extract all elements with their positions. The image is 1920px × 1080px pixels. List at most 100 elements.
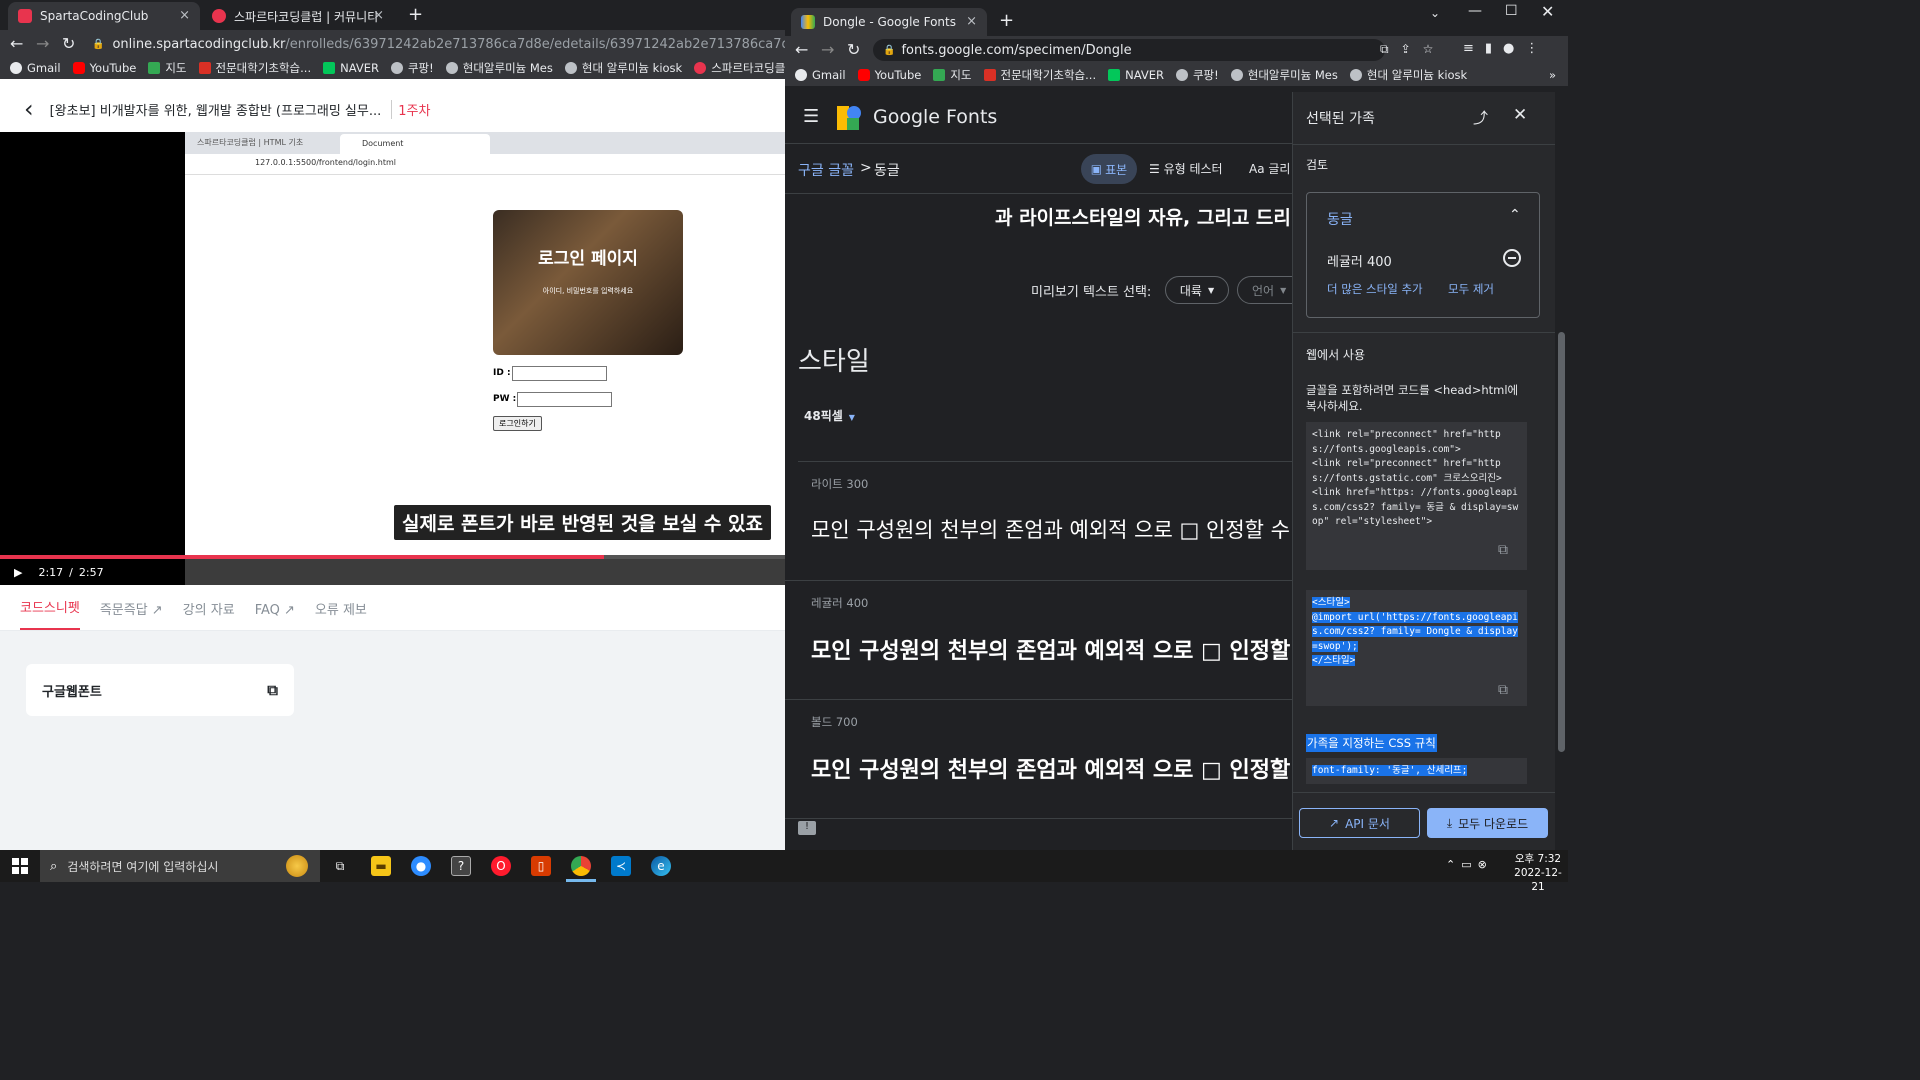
windows-start-icon[interactable] <box>12 858 28 874</box>
tab-type-tester[interactable]: ☰ 유형 테스터 <box>1149 160 1223 177</box>
bookmark-mes[interactable]: 현대알루미늄 Mes <box>445 60 553 76</box>
bookmark-map[interactable]: 지도 <box>933 67 972 83</box>
close-tab-icon[interactable]: × <box>179 8 190 23</box>
close-tab-icon[interactable]: × <box>966 14 977 29</box>
menu-icon[interactable]: ☰ <box>803 106 819 127</box>
remove-all-link[interactable]: 모두 제거 <box>1448 281 1494 297</box>
close-panel-icon[interactable]: ✕ <box>1513 105 1527 125</box>
breadcrumb-root[interactable]: 구글 글꼴 <box>798 160 854 180</box>
gf-logo-text[interactable]: Google Fonts <box>873 106 997 128</box>
new-tab-button[interactable]: + <box>408 4 423 25</box>
bookmark-mes[interactable]: 현대알루미늄 Mes <box>1230 67 1338 83</box>
more-bookmarks-icon[interactable]: » <box>1549 68 1556 82</box>
pw-input[interactable] <box>517 392 612 407</box>
play-icon[interactable]: ▶ <box>14 566 22 579</box>
tab-code-snippet[interactable]: 코드스니펫 <box>20 597 80 630</box>
reload-icon[interactable]: ↻ <box>62 34 75 53</box>
globe-icon <box>1175 69 1188 81</box>
minimize-icon[interactable]: — <box>1468 3 1482 19</box>
reload-icon[interactable]: ↻ <box>847 40 860 59</box>
tab-glyphs[interactable]: Aa 글리 <box>1249 160 1290 177</box>
download-all-button[interactable]: ⤓ 모두 다운로드 <box>1427 808 1548 838</box>
taskbar-search[interactable]: ⌕ 검색하려면 여기에 입력하십시 <box>40 850 320 882</box>
tab-search-icon[interactable]: ⌄ <box>1430 6 1440 20</box>
css-rule: font-family: '동글', 산세리프; <box>1312 765 1468 776</box>
office-icon[interactable]: ▯ <box>531 856 551 876</box>
system-tray-icons[interactable]: ⌃▭⊗ <box>1446 858 1493 871</box>
link-code-box[interactable]: <link rel="preconnect" href="https://fon… <box>1306 422 1527 570</box>
address-bar[interactable]: 🔒 fonts.google.com/specimen/Dongle <box>873 39 1385 61</box>
forward-icon[interactable]: → <box>821 40 834 59</box>
bookmark-kiosk[interactable]: 현대 알루미늄 kiosk <box>1349 67 1467 83</box>
css-rule-box[interactable]: font-family: '동글', 산세리프; <box>1306 758 1527 784</box>
scrollbar[interactable] <box>1555 92 1568 850</box>
preview-select[interactable]: 대륙 ▼ <box>1165 276 1229 304</box>
style-row-bold[interactable]: 볼드 700 모인 구성원의 천부의 존엄과 예외적 으로 □ 인정할 <box>785 700 1292 819</box>
extension-icons[interactable]: ≡▮●⋮ <box>1463 41 1549 56</box>
feedback-icon[interactable]: ! <box>798 821 816 835</box>
import-code-box[interactable]: <스타일> @import url('https://fonts.googlea… <box>1306 590 1527 706</box>
back-icon[interactable]: ← <box>10 34 23 53</box>
api-docs-button[interactable]: ↗ API 문서 <box>1299 808 1420 838</box>
id-input[interactable] <box>512 366 607 381</box>
weather-icon[interactable] <box>286 855 308 877</box>
chrome-icon[interactable] <box>571 856 591 876</box>
bookmark-gmail[interactable]: Gmail <box>795 68 846 82</box>
language-select[interactable]: 언어 ▼ <box>1237 276 1292 304</box>
bookmark-naver[interactable]: NAVER <box>323 61 379 75</box>
tab-materials[interactable]: 강의 자료 <box>183 599 235 630</box>
maximize-icon[interactable]: ☐ <box>1505 3 1518 19</box>
gf-content: 과 라이프스타일의 자유, 그리고 드리 미리보기 텍스트 선택: 대륙 ▼ 언어… <box>785 195 1292 850</box>
add-styles-link[interactable]: 더 많은 스타일 추가 <box>1327 281 1423 297</box>
tab-google-fonts[interactable]: Dongle - Google Fonts × <box>791 8 987 36</box>
address-bar[interactable]: 🔒 online.spartacodingclub.kr/enrolleds/6… <box>92 33 785 55</box>
forward-icon[interactable]: → <box>36 34 49 53</box>
bookmark-map[interactable]: 지도 <box>148 60 187 76</box>
copy-icon[interactable]: ⧉ <box>267 681 278 699</box>
toolbar-icons[interactable]: ⧉⇪☆ <box>1380 42 1445 57</box>
clock[interactable]: 오후 7:32 2022-12-21 <box>1508 852 1568 894</box>
edge-icon[interactable]: e <box>651 856 671 876</box>
back-icon[interactable]: ← <box>795 40 808 59</box>
tab-specimen[interactable]: ▣ 표본 <box>1081 154 1137 184</box>
tab-error-report[interactable]: 오류 제보 <box>315 599 367 630</box>
close-window-icon[interactable]: ✕ <box>1541 2 1554 21</box>
use-on-web-label: 웹에서 사용 <box>1306 348 1366 362</box>
close-tab-icon[interactable]: × <box>373 8 384 23</box>
login-button[interactable]: 로그인하기 <box>493 416 542 431</box>
vscode-icon[interactable]: ≺ <box>611 856 631 876</box>
bookmark-youtube[interactable]: YouTube <box>72 61 136 75</box>
bookmark-youtube[interactable]: YouTube <box>857 68 921 82</box>
bookmark-college[interactable]: 전문대학기초학습... <box>983 67 1096 83</box>
opera-icon[interactable]: O <box>491 856 511 876</box>
share-icon[interactable]: ⤴ <box>1473 107 1488 128</box>
new-tab-button[interactable]: + <box>999 10 1014 31</box>
bookmark-kiosk[interactable]: 현대 알루미늄 kiosk <box>564 60 682 76</box>
snippet-card[interactable]: 구글웹폰트 ⧉ <box>26 664 294 716</box>
size-select[interactable]: 48픽셀 ▼ <box>804 407 855 424</box>
collapse-chevron-icon[interactable]: ⌃ <box>1509 207 1521 223</box>
style-row-regular[interactable]: 레귤러 400 모인 구성원의 천부의 존엄과 예외적 으로 □ 인정할 <box>785 581 1292 700</box>
bookmark-coupang[interactable]: 쿠팡! <box>1175 67 1219 83</box>
help-icon[interactable]: ? <box>451 856 471 876</box>
task-view-icon[interactable]: ⧉ <box>330 856 350 876</box>
copy-icon[interactable]: ⧉ <box>1498 682 1508 698</box>
zoom-icon[interactable]: ● <box>411 856 431 876</box>
file-explorer-icon[interactable]: ▬ <box>371 856 391 876</box>
tab-qna[interactable]: 즉문즉답 ↗ <box>100 599 163 630</box>
tab-spartacodingclub[interactable]: SpartaCodingClub × <box>8 2 200 30</box>
tab-community[interactable]: 스파르타코딩클럽 | 커뮤니티 × <box>202 2 394 30</box>
bookmark-coupang[interactable]: 쿠팡! <box>390 60 434 76</box>
copy-icon[interactable]: ⧉ <box>1498 542 1508 558</box>
style-row-light[interactable]: 라이트 300 모인 구성원의 천부의 존엄과 예외적 으로 □ 인정할 수 <box>785 462 1292 581</box>
bookmark-college[interactable]: 전문대학기초학습... <box>198 60 311 76</box>
remove-style-icon[interactable] <box>1503 249 1521 267</box>
tab-faq[interactable]: FAQ ↗ <box>255 603 295 630</box>
family-name[interactable]: 동글 <box>1327 209 1353 229</box>
preview-select-label: 미리보기 텍스트 선택: <box>1031 285 1152 300</box>
bookmark-sparta[interactable]: 스파르타코딩클럽... <box>694 60 785 76</box>
bookmark-gmail[interactable]: Gmail <box>10 61 61 75</box>
bookmark-naver[interactable]: NAVER <box>1108 68 1164 82</box>
specimen-icon: ▣ <box>1090 162 1103 176</box>
back-chevron-icon[interactable]: ‹ <box>24 95 34 123</box>
